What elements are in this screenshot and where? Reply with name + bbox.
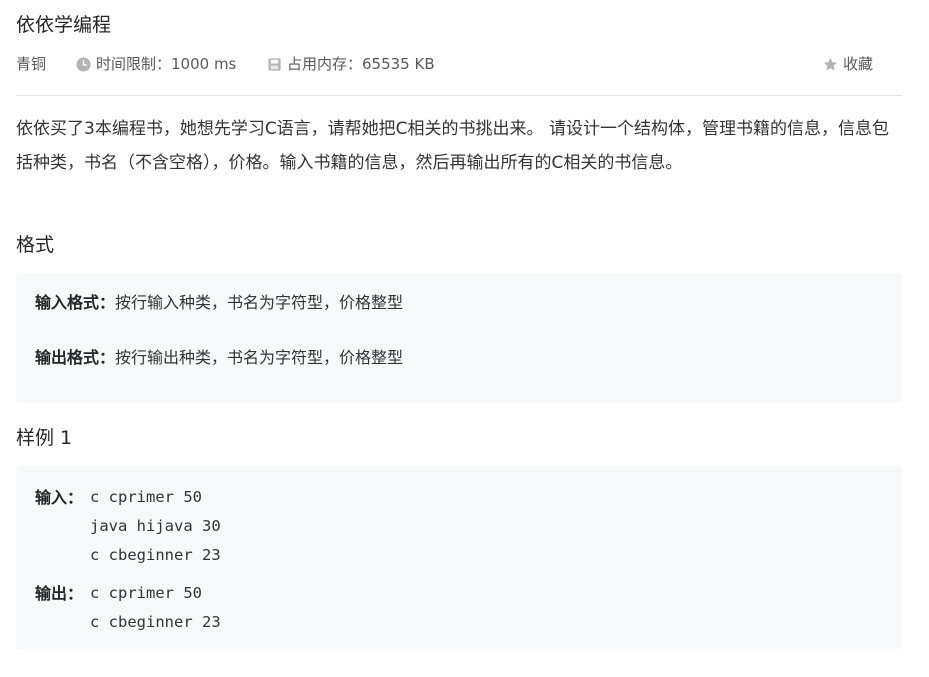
output-format: 输出格式：按行输出种类，书名为字符型，价格整型	[35, 347, 403, 369]
code-line: c cprimer 50	[90, 584, 202, 602]
sample-output: 输出： c cprimer 50 c cbeginner 23	[35, 579, 221, 637]
input-format: 输入格式：按行输入种类，书名为字符型，价格整型	[35, 292, 403, 314]
time-limit: 时间限制：1000 ms	[76, 53, 236, 75]
sample-input-label: 输入：	[35, 488, 84, 507]
memory-icon	[268, 57, 281, 71]
clock-icon	[76, 56, 91, 72]
format-box: 输入格式：按行输入种类，书名为字符型，价格整型 输出格式：按行输出种类，书名为字…	[16, 273, 902, 402]
problem-title: 依依学编程	[16, 14, 112, 36]
problem-meta: 青铜 时间限制：1000 ms 占用内存：65535 KB 收藏	[16, 53, 886, 75]
star-icon	[823, 57, 838, 70]
input-format-text: 按行输入种类，书名为字符型，价格整型	[115, 293, 404, 312]
divider	[16, 95, 902, 96]
problem-page: 依依学编程 青铜 时间限制：1000 ms 占用内存：65535 KB 收藏 依…	[0, 0, 929, 677]
problem-description: 依依买了3本编程书，她想先学习C语言，请帮她把C相关的书挑出来。 请设计一个结构…	[16, 119, 889, 173]
code-line: c cbeginner 23	[90, 546, 221, 564]
output-format-text: 按行输出种类，书名为字符型，价格整型	[115, 348, 404, 367]
sample-input-code: c cprimer 50 java hijava 30 c cbeginner …	[90, 483, 221, 570]
favorite-button[interactable]: 收藏	[823, 53, 873, 75]
memory-limit: 占用内存：65535 KB	[267, 53, 435, 75]
sample-input: 输入： c cprimer 50 java hijava 30 c cbegin…	[35, 483, 221, 570]
favorite-label: 收藏	[842, 55, 873, 73]
code-line: java hijava 30	[90, 517, 221, 535]
input-format-label: 输入格式：	[35, 293, 116, 312]
time-limit-text: 时间限制：1000 ms	[96, 55, 237, 73]
sample-box: 输入： c cprimer 50 java hijava 30 c cbegin…	[16, 466, 902, 649]
sample-heading: 样例 1	[16, 427, 73, 449]
output-format-label: 输出格式：	[35, 348, 116, 367]
difficulty-level: 青铜	[16, 55, 47, 73]
sample-output-label: 输出：	[35, 584, 84, 603]
format-heading: 格式	[16, 234, 55, 256]
code-line: c cbeginner 23	[90, 613, 221, 631]
memory-limit-text: 占用内存：65535 KB	[287, 55, 435, 73]
sample-output-code: c cprimer 50 c cbeginner 23	[90, 579, 221, 637]
code-line: c cprimer 50	[90, 488, 202, 506]
